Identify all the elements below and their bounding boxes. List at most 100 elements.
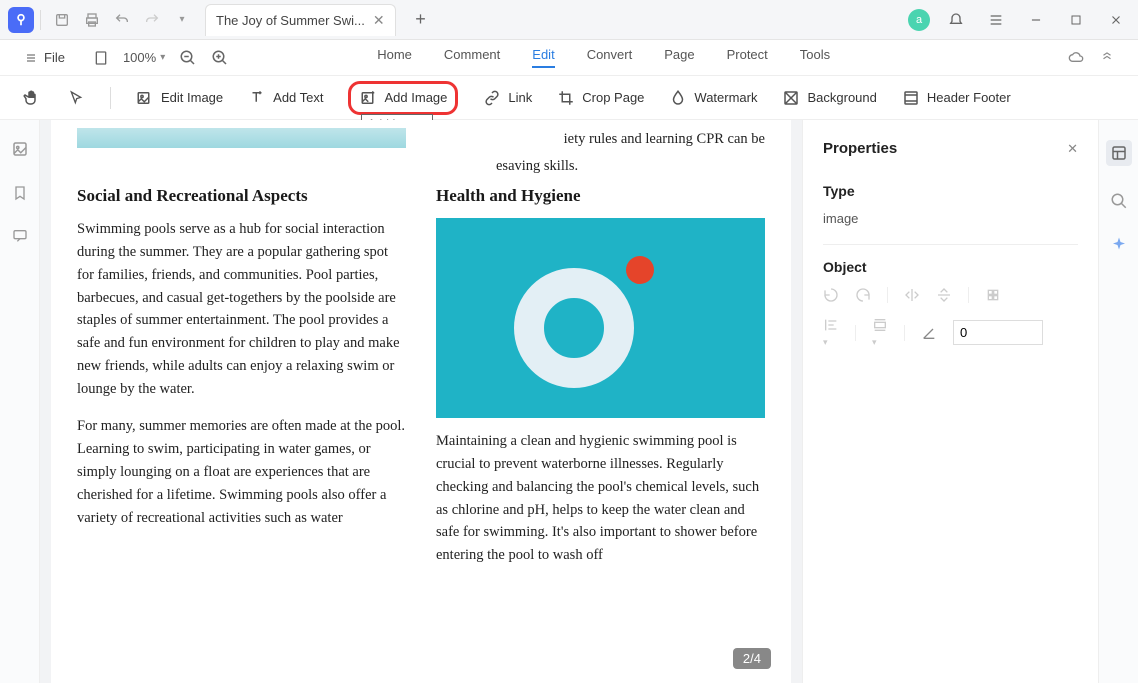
crop-page-button[interactable]: Crop Page — [556, 88, 644, 108]
close-window-icon[interactable] — [1102, 6, 1130, 34]
heading: Health and Hygiene — [436, 186, 765, 206]
body-text: Swimming pools serve as a hub for social… — [77, 218, 406, 401]
zoom-in-icon[interactable] — [211, 49, 229, 67]
image-strip — [77, 128, 406, 148]
add-image-label: Add Image — [385, 90, 448, 105]
file-label: File — [44, 50, 65, 65]
separator — [968, 287, 969, 303]
tab-tools[interactable]: Tools — [800, 47, 830, 68]
edit-image-icon — [135, 88, 155, 108]
page-indicator[interactable]: 2/4 — [733, 648, 771, 669]
close-panel-icon[interactable]: ✕ — [1067, 141, 1078, 157]
tab-comment[interactable]: Comment — [444, 47, 500, 68]
tab-edit[interactable]: Edit — [532, 47, 554, 68]
link-label: Link — [508, 90, 532, 105]
distribute-icon[interactable]: ▾ — [872, 317, 888, 348]
zoom-dropdown[interactable]: 100% ▾ — [123, 50, 165, 65]
heading: Social and Recreational Aspects — [77, 186, 406, 206]
rotate-right-icon[interactable] — [855, 287, 871, 303]
tab-label: The Joy of Summer Swi... — [216, 13, 365, 28]
titlebar: ▾ The Joy of Summer Swi... ✕ + a — [0, 0, 1138, 40]
close-tab-icon[interactable]: ✕ — [373, 12, 385, 29]
body-text: For many, summer memories are often made… — [77, 415, 406, 530]
page-icon[interactable] — [93, 49, 109, 67]
document-canvas[interactable]: iety rules and learning CPR can be esavi… — [40, 120, 802, 683]
beach-ball — [626, 256, 654, 284]
crop-object-icon[interactable] — [985, 287, 1001, 303]
document-tab[interactable]: The Joy of Summer Swi... ✕ — [205, 4, 396, 36]
edit-image-label: Edit Image — [161, 90, 223, 105]
notification-icon[interactable] — [942, 6, 970, 34]
link-icon — [482, 88, 502, 108]
file-menu[interactable]: File — [24, 50, 65, 65]
rotation-input[interactable] — [953, 320, 1043, 345]
collapse-ribbon-icon[interactable] — [1100, 50, 1114, 66]
tab-home[interactable]: Home — [377, 47, 412, 68]
tab-page[interactable]: Page — [664, 47, 694, 68]
align-icon[interactable]: ▾ — [823, 317, 839, 348]
properties-toggle-icon[interactable] — [1106, 140, 1132, 166]
add-text-label: Add Text — [273, 90, 323, 105]
main-area: iety rules and learning CPR can be esavi… — [0, 120, 1138, 683]
tab-protect[interactable]: Protect — [727, 47, 768, 68]
cloud-icon[interactable] — [1066, 50, 1086, 66]
bookmark-icon[interactable] — [12, 184, 28, 202]
body-text: esaving skills. — [436, 155, 765, 178]
save-icon[interactable] — [47, 5, 77, 35]
add-text-button[interactable]: Add Text — [247, 88, 323, 108]
separator — [40, 10, 41, 30]
thumbnails-icon[interactable] — [11, 140, 29, 158]
ai-sparkle-icon[interactable] — [1110, 236, 1128, 254]
print-icon[interactable] — [77, 5, 107, 35]
new-tab-icon[interactable]: + — [406, 5, 436, 35]
cursor-icon — [66, 88, 86, 108]
link-button[interactable]: Link — [482, 88, 532, 108]
watermark-button[interactable]: Watermark — [668, 88, 757, 108]
add-image-icon — [359, 88, 379, 108]
app-logo[interactable] — [8, 7, 34, 33]
separator — [855, 325, 856, 341]
watermark-label: Watermark — [694, 90, 757, 105]
tab-convert[interactable]: Convert — [587, 47, 633, 68]
redo-icon[interactable] — [137, 5, 167, 35]
header-footer-button[interactable]: Header Footer — [901, 88, 1011, 108]
column-right: Health and Hygiene Maintaining a clean a… — [436, 182, 765, 581]
flip-vertical-icon[interactable] — [936, 287, 952, 303]
undo-icon[interactable] — [107, 5, 137, 35]
separator — [110, 87, 111, 109]
hamburger-menu-icon[interactable] — [982, 6, 1010, 34]
search-icon[interactable] — [1110, 192, 1128, 210]
comment-panel-icon[interactable] — [11, 228, 29, 244]
qat-dropdown-icon[interactable]: ▾ — [167, 5, 197, 35]
column-left: Social and Recreational Aspects Swimming… — [77, 182, 406, 581]
add-image-highlight: Add Image Add Image — [348, 81, 459, 115]
select-tool[interactable] — [66, 88, 86, 108]
zoom-out-icon[interactable] — [179, 49, 197, 67]
edit-image-button[interactable]: Edit Image — [135, 88, 223, 108]
angle-icon — [921, 325, 937, 341]
flip-horizontal-icon[interactable] — [904, 287, 920, 303]
crop-icon — [556, 88, 576, 108]
properties-panel: Properties ✕ Type image Object ▾ ▾ — [802, 120, 1098, 683]
minimize-icon[interactable] — [1022, 6, 1050, 34]
background-button[interactable]: Background — [781, 88, 876, 108]
crop-page-label: Crop Page — [582, 90, 644, 105]
object-label: Object — [823, 259, 1078, 275]
separator — [887, 287, 888, 303]
right-sidebar — [1098, 120, 1138, 683]
menubar: File 100% ▾ Home Comment Edit Convert Pa… — [0, 40, 1138, 76]
zoom-value: 100% — [123, 50, 156, 65]
add-image-button[interactable]: Add Image — [359, 88, 448, 108]
swim-ring — [514, 268, 634, 388]
separator — [904, 325, 905, 341]
pool-image[interactable] — [436, 218, 765, 418]
page: iety rules and learning CPR can be esavi… — [51, 120, 791, 683]
body-text: Maintaining a clean and hygienic swimmin… — [436, 430, 765, 567]
rotate-left-icon[interactable] — [823, 287, 839, 303]
watermark-icon — [668, 88, 688, 108]
maximize-icon[interactable] — [1062, 6, 1090, 34]
left-sidebar — [0, 120, 40, 683]
user-avatar[interactable]: a — [908, 9, 930, 31]
hand-tool[interactable] — [22, 88, 42, 108]
body-text: iety rules and learning CPR can be — [436, 128, 765, 151]
